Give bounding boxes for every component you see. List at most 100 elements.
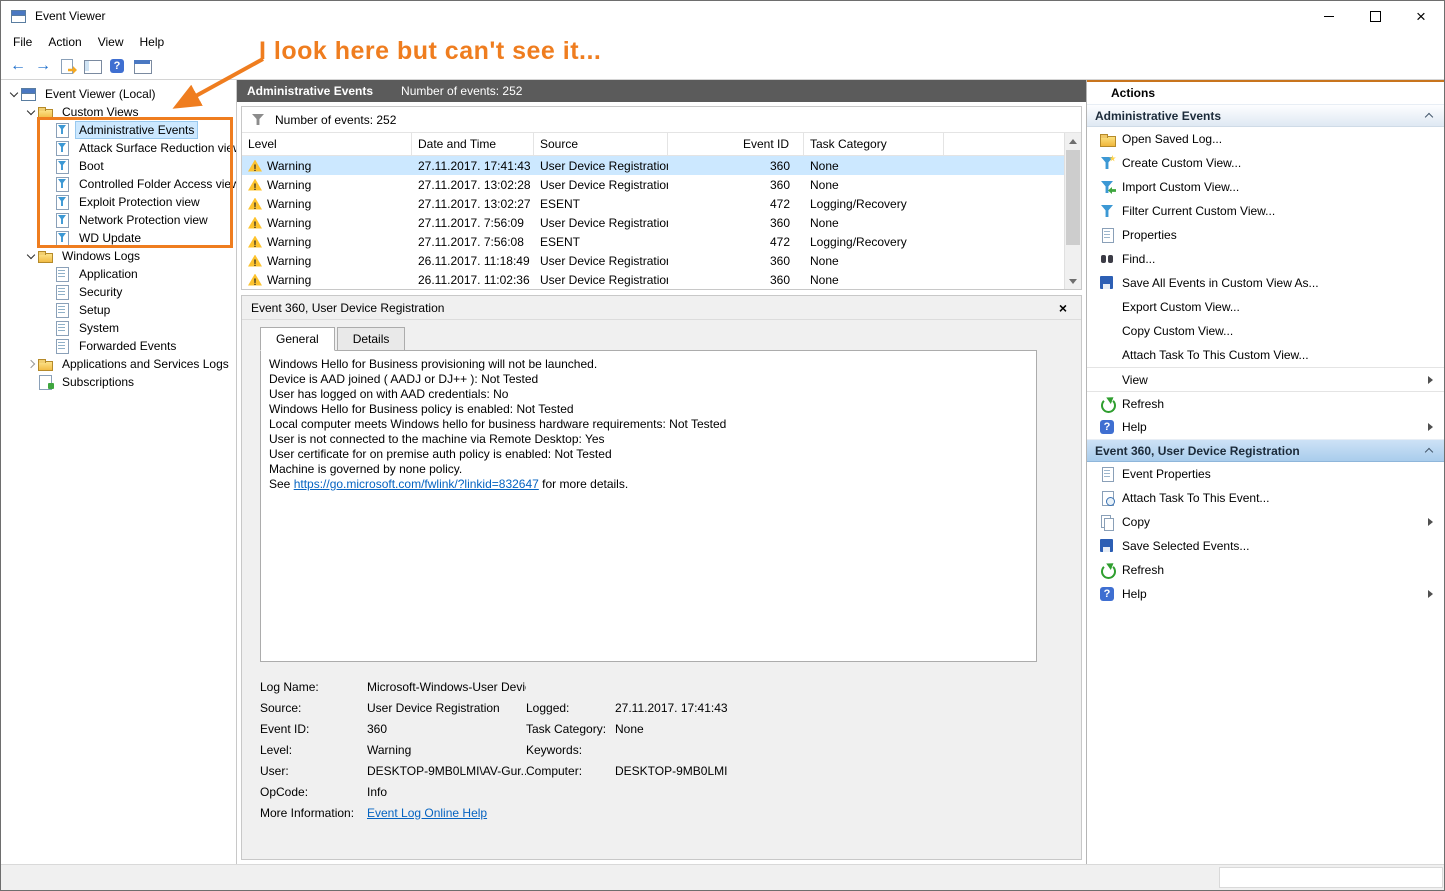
more-details-link[interactable]: https://go.microsoft.com/fwlink/?linkid=… <box>294 477 539 491</box>
tree-item[interactable]: Attack Surface Reduction view <box>1 139 236 157</box>
tree-item[interactable]: Forwarded Events <box>1 337 236 355</box>
scrollbar-thumb[interactable] <box>1066 150 1080 245</box>
collapse-chevron-icon[interactable] <box>1422 444 1436 458</box>
menu-item[interactable]: View <box>90 33 132 51</box>
events-vertical-scrollbar[interactable] <box>1064 133 1081 289</box>
minimize-button[interactable] <box>1306 1 1352 31</box>
create-view-icon <box>1099 155 1116 171</box>
collapse-chevron-icon[interactable] <box>1422 109 1436 123</box>
back-icon[interactable] <box>9 58 27 74</box>
maximize-button[interactable] <box>1352 1 1398 31</box>
tree-item[interactable]: Controlled Folder Access view <box>1 175 236 193</box>
action-item[interactable]: Help <box>1087 582 1444 606</box>
event-row[interactable]: Warning 26.11.2017. 11:18:49 User Device… <box>242 251 1064 270</box>
action-item[interactable]: Event Properties <box>1087 462 1444 486</box>
action-item[interactable]: Export Custom View... <box>1087 295 1444 319</box>
event-level: Warning <box>267 216 311 230</box>
events-panel-body: Number of events: 252 Level Date and Tim… <box>237 102 1086 864</box>
export-list-icon[interactable] <box>59 58 77 74</box>
field-value[interactable]: Event Log Online Help <box>367 806 526 820</box>
event-datetime: 26.11.2017. 11:02:36 <box>412 270 534 289</box>
tree-item[interactable]: Subscriptions <box>1 373 236 391</box>
field-value: 360 <box>367 722 526 736</box>
action-item[interactable]: Import Custom View... <box>1087 175 1444 199</box>
event-row[interactable]: Warning 27.11.2017. 7:56:08 ESENT 472 Lo… <box>242 232 1064 251</box>
action-item[interactable]: Properties <box>1087 223 1444 247</box>
filter-icon <box>1099 203 1116 219</box>
event-row[interactable]: Warning 27.11.2017. 7:56:09 User Device … <box>242 213 1064 232</box>
scroll-down-icon[interactable] <box>1065 273 1081 289</box>
action-item[interactable]: Open Saved Log... <box>1087 127 1444 151</box>
tab-general[interactable]: General <box>260 327 335 351</box>
close-button[interactable] <box>1398 1 1444 31</box>
chevron-down-icon[interactable] <box>24 105 38 119</box>
chevron-right-icon[interactable] <box>24 357 38 371</box>
action-item[interactable]: Filter Current Custom View... <box>1087 199 1444 223</box>
action-item[interactable]: Create Custom View... <box>1087 151 1444 175</box>
tree-item[interactable]: Windows Logs <box>1 247 236 265</box>
menu-item[interactable]: Help <box>132 33 173 51</box>
event-row[interactable]: Warning 27.11.2017. 13:02:28 User Device… <box>242 175 1064 194</box>
warning-icon <box>248 255 262 267</box>
tree-item[interactable]: Custom Views <box>1 103 236 121</box>
event-level: Warning <box>267 273 311 287</box>
chevron-down-icon[interactable] <box>7 87 21 101</box>
event-message-line: Windows Hello for Business provisioning … <box>269 357 1028 372</box>
field-label: More Information: <box>260 806 367 820</box>
column-header-source[interactable]: Source <box>534 133 668 155</box>
action-item[interactable]: Refresh <box>1087 558 1444 582</box>
help-icon[interactable] <box>109 58 127 74</box>
action-item[interactable]: Copy <box>1087 510 1444 534</box>
horizontal-scrollbar-track[interactable] <box>1219 867 1443 888</box>
submenu-arrow-icon <box>1428 518 1438 526</box>
tree-item[interactable]: System <box>1 319 236 337</box>
tree-item[interactable]: Security <box>1 283 236 301</box>
column-header-datetime[interactable]: Date and Time <box>412 133 534 155</box>
properties-window-icon[interactable] <box>134 58 152 74</box>
tree-item[interactable]: Setup <box>1 301 236 319</box>
menu-item[interactable]: File <box>5 33 40 51</box>
event-detail-title: Event 360, User Device Registration <box>251 301 444 315</box>
console-tree-icon[interactable] <box>84 58 102 74</box>
tree-item[interactable]: Network Protection view <box>1 211 236 229</box>
event-row[interactable]: Warning 27.11.2017. 13:02:27 ESENT 472 L… <box>242 194 1064 213</box>
chevron-down-icon[interactable] <box>24 249 38 263</box>
action-label: Help <box>1122 420 1422 434</box>
action-item[interactable]: Attach Task To This Event... <box>1087 486 1444 510</box>
action-item[interactable]: Save Selected Events... <box>1087 534 1444 558</box>
tree-item[interactable]: Application <box>1 265 236 283</box>
column-header-level[interactable]: Level <box>242 133 412 155</box>
action-item[interactable]: Attach Task To This Custom View... <box>1087 343 1444 367</box>
event-datetime: 27.11.2017. 13:02:28 <box>412 175 534 194</box>
action-item[interactable]: Save All Events in Custom View As... <box>1087 271 1444 295</box>
scroll-up-icon[interactable] <box>1065 133 1081 149</box>
column-header-eventid[interactable]: Event ID <box>668 133 804 155</box>
tree-item[interactable]: WD Update <box>1 229 236 247</box>
action-item[interactable]: Help <box>1087 415 1444 439</box>
column-header-taskcategory[interactable]: Task Category <box>804 133 944 155</box>
event-detail-pane: Event 360, User Device Registration × Ge… <box>241 295 1082 860</box>
tree-item[interactable]: Boot <box>1 157 236 175</box>
custom-view-icon <box>55 231 71 245</box>
tree-item[interactable]: Event Viewer (Local) <box>1 85 236 103</box>
actions-section-header-selected-event[interactable]: Event 360, User Device Registration <box>1087 439 1444 462</box>
event-row[interactable]: Warning 26.11.2017. 11:02:36 User Device… <box>242 270 1064 289</box>
close-icon[interactable]: × <box>1054 300 1072 316</box>
action-label: Help <box>1122 587 1422 601</box>
warning-icon <box>248 217 262 229</box>
menu-item[interactable]: Action <box>40 33 89 51</box>
tree-item[interactable]: Administrative Events <box>1 121 236 139</box>
tree-item[interactable]: Applications and Services Logs <box>1 355 236 373</box>
forward-icon[interactable] <box>34 58 52 74</box>
action-item[interactable]: Refresh <box>1087 391 1444 415</box>
action-label: Attach Task To This Event... <box>1122 491 1422 505</box>
action-item[interactable]: Copy Custom View... <box>1087 319 1444 343</box>
tab-details[interactable]: Details <box>337 327 406 351</box>
action-item[interactable]: View <box>1087 367 1444 391</box>
tree-item[interactable]: Exploit Protection view <box>1 193 236 211</box>
event-detail-header: Event 360, User Device Registration × <box>242 296 1081 320</box>
action-item[interactable]: Find... <box>1087 247 1444 271</box>
event-row[interactable]: Warning 27.11.2017. 17:41:43 User Device… <box>242 156 1064 175</box>
actions-section-header-administrative-events[interactable]: Administrative Events <box>1087 104 1444 127</box>
save-icon <box>1099 275 1116 291</box>
